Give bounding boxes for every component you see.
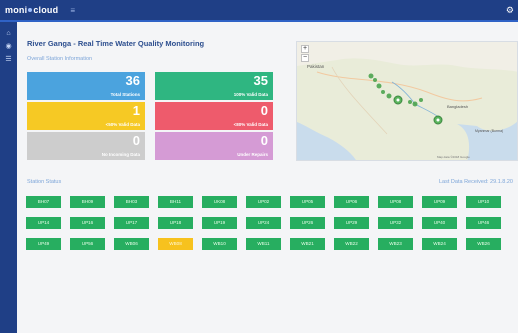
station-button-bh03[interactable]: BH03: [114, 196, 149, 208]
brand-dot: [28, 8, 33, 12]
card-total-stations[interactable]: 36 Total Stations: [27, 72, 145, 100]
station-button-wb21[interactable]: WB21: [290, 238, 325, 250]
card-label: <50% Valid Data: [105, 122, 140, 127]
station-button-wb11[interactable]: WB11: [246, 238, 281, 250]
station-button-bh07[interactable]: BH07: [26, 196, 61, 208]
station-status-label: Station Status: [27, 179, 62, 185]
station-button-up17[interactable]: UP17: [114, 217, 149, 229]
card-no-incoming-data[interactable]: 0 No Incoming Data: [27, 132, 145, 160]
map-attribution: Map data ©2018 Google: [437, 155, 470, 159]
card-value: 0: [260, 103, 268, 118]
card-value: 36: [125, 73, 140, 88]
card-value: 35: [253, 73, 268, 88]
map-label-myanmar: Myanmar (Burma): [475, 129, 503, 133]
station-button-wb10[interactable]: WB10: [202, 238, 237, 250]
map-label-pakistan: Pakistan: [307, 64, 325, 69]
card-label: Total Stations: [110, 92, 140, 97]
station-button-wb22[interactable]: WB22: [334, 238, 369, 250]
sidebar: ⌂ ◉ ☰: [0, 22, 17, 333]
brand-logo[interactable]: moni cloud: [5, 5, 58, 15]
main-content: River Ganga - Real Time Water Quality Mo…: [17, 22, 518, 333]
home-icon[interactable]: ⌂: [6, 30, 10, 38]
page-title: River Ganga - Real Time Water Quality Mo…: [27, 39, 205, 48]
station-button-up46[interactable]: UP46: [466, 217, 501, 229]
station-button-uk08[interactable]: UK08: [202, 196, 237, 208]
station-button-wb23[interactable]: WB23: [378, 238, 413, 250]
last-data-received: Last Data Received: 29.1.8.20: [439, 179, 513, 185]
station-button-wb24[interactable]: WB24: [422, 238, 457, 250]
station-button-up09[interactable]: UP09: [422, 196, 457, 208]
station-button-up32[interactable]: UP32: [378, 217, 413, 229]
station-map[interactable]: Pakistan Bangladesh Myanmar (Burma) Map …: [296, 41, 518, 161]
station-button-wb06[interactable]: WB06: [114, 238, 149, 250]
station-button-up10[interactable]: UP10: [466, 196, 501, 208]
dashboard-icon[interactable]: ◉: [5, 43, 11, 51]
brand-name-left: moni: [5, 5, 28, 15]
card-under-repairs[interactable]: 0 Under Repairs: [155, 132, 273, 160]
station-button-up14[interactable]: UP14: [26, 217, 61, 229]
map-label-bangladesh: Bangladesh: [447, 104, 468, 109]
map-zoom-in-button[interactable]: +: [301, 45, 309, 53]
station-button-up49[interactable]: UP49: [26, 238, 61, 250]
station-button-bh11[interactable]: BH11: [158, 196, 193, 208]
station-button-up08[interactable]: UP08: [378, 196, 413, 208]
card-low-valid-data[interactable]: 0 <80% Valid Data: [155, 102, 273, 130]
station-button-up24[interactable]: UP24: [246, 217, 281, 229]
station-button-up26[interactable]: UP26: [290, 217, 325, 229]
card-partial-data[interactable]: 1 <50% Valid Data: [27, 102, 145, 130]
station-button-up40[interactable]: UP40: [422, 217, 457, 229]
list-icon[interactable]: ☰: [5, 56, 11, 64]
hamburger-icon[interactable]: ≡: [70, 6, 75, 15]
station-button-wb26[interactable]: WB26: [466, 238, 501, 250]
card-value: 0: [132, 133, 140, 148]
brand-name-right: cloud: [33, 5, 59, 15]
card-label: No Incoming Data: [101, 152, 140, 157]
card-value: 0: [260, 133, 268, 148]
card-label: 100% Valid Data: [233, 92, 268, 97]
station-button-bh09[interactable]: BH09: [70, 196, 105, 208]
station-button-wb08[interactable]: WB08: [158, 238, 193, 250]
station-button-up29[interactable]: UP29: [334, 217, 369, 229]
station-button-up05[interactable]: UP05: [290, 196, 325, 208]
station-button-up19[interactable]: UP19: [202, 217, 237, 229]
card-label: <80% Valid Data: [233, 122, 268, 127]
card-label: Under Repairs: [237, 152, 268, 157]
station-button-up16[interactable]: UP16: [70, 217, 105, 229]
card-valid-data[interactable]: 35 100% Valid Data: [155, 72, 273, 100]
overall-info-label: Overall Station Information: [27, 56, 93, 62]
gear-icon[interactable]: ⚙: [506, 5, 514, 16]
station-button-up02[interactable]: UP02: [246, 196, 281, 208]
top-bar: moni cloud ≡ ⚙: [0, 0, 518, 22]
station-button-up18[interactable]: UP18: [158, 217, 193, 229]
card-value: 1: [132, 103, 140, 118]
station-button-up06[interactable]: UP06: [334, 196, 369, 208]
map-zoom-out-button[interactable]: −: [301, 54, 309, 62]
station-button-up56[interactable]: UP56: [70, 238, 105, 250]
